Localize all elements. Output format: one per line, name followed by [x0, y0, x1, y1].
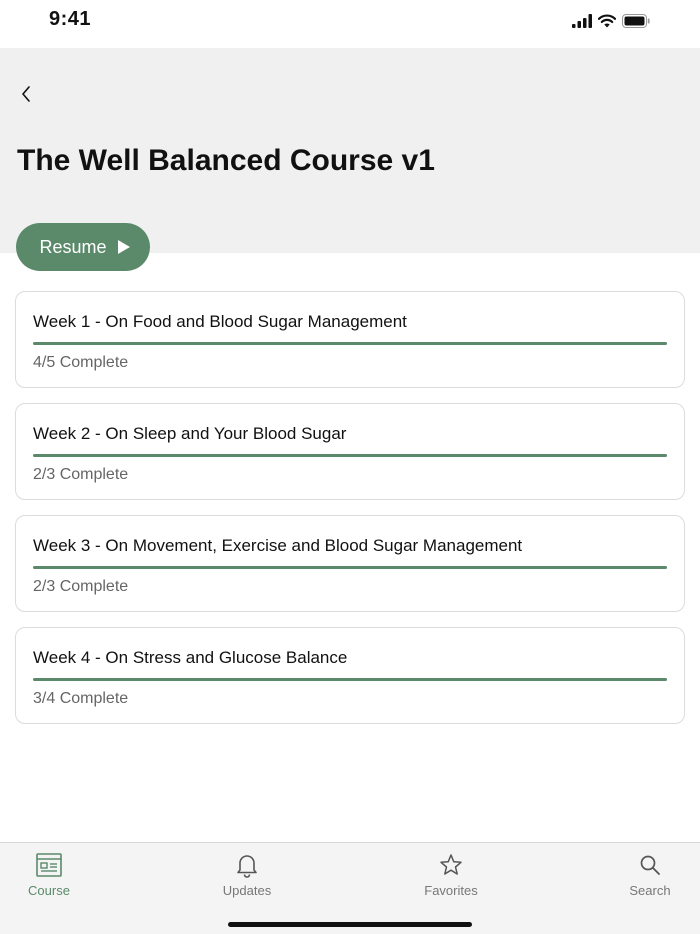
tab-course[interactable]: Course [4, 851, 94, 898]
tab-label: Favorites [424, 883, 478, 898]
week-status: 2/3 Complete [33, 466, 129, 483]
week-card-3[interactable]: Week 3 - On Movement, Exercise and Blood… [15, 515, 685, 612]
week-status: 3/4 Complete [33, 690, 129, 707]
wifi-icon [598, 14, 616, 28]
week-progress-bar [33, 566, 667, 569]
week-title: Week 2 - On Sleep and Your Blood Sugar [33, 424, 347, 443]
week-title: Week 4 - On Stress and Glucose Balance [33, 648, 348, 667]
course-icon [36, 853, 62, 877]
tab-favorites[interactable]: Favorites [406, 851, 496, 898]
tab-search[interactable]: Search [605, 851, 695, 898]
week-progress-bar [33, 342, 667, 345]
week-progress-bar [33, 678, 667, 681]
page-title: The Well Balanced Course v1 [17, 144, 435, 177]
chevron-left-icon [22, 86, 30, 102]
back-button[interactable] [14, 82, 38, 106]
resume-button[interactable]: Resume [16, 223, 150, 271]
tab-label: Course [28, 883, 70, 898]
week-card-1[interactable]: Week 1 - On Food and Blood Sugar Managem… [15, 291, 685, 388]
status-time: 9:41 [49, 8, 92, 30]
battery-icon [622, 14, 650, 28]
week-title: Week 3 - On Movement, Exercise and Blood… [33, 536, 523, 555]
resume-label: Resume [39, 236, 107, 257]
week-progress-bar [33, 454, 667, 457]
week-card-2[interactable]: Week 2 - On Sleep and Your Blood Sugar 2… [15, 403, 685, 500]
week-status: 4/5 Complete [33, 354, 129, 371]
status-icons [572, 12, 650, 30]
tab-label: Search [629, 883, 671, 898]
play-icon [117, 240, 130, 254]
week-card-4[interactable]: Week 4 - On Stress and Glucose Balance 3… [15, 627, 685, 724]
tab-updates[interactable]: Updates [202, 851, 292, 898]
week-progress-fill [33, 342, 667, 345]
week-title: Week 1 - On Food and Blood Sugar Managem… [33, 312, 407, 331]
cellular-signal-icon [572, 14, 592, 28]
tab-label: Updates [222, 883, 272, 898]
bell-icon [237, 855, 257, 878]
tab-bar: Course Updates Favorites Search [0, 842, 700, 934]
star-icon [440, 854, 462, 875]
week-progress-fill [33, 566, 667, 569]
week-status: 2/3 Complete [33, 578, 129, 595]
status-bar: 9:41 [0, 0, 700, 48]
week-progress-fill [33, 454, 667, 457]
week-progress-fill [33, 678, 667, 681]
home-indicator [228, 922, 472, 927]
search-icon [640, 855, 660, 875]
